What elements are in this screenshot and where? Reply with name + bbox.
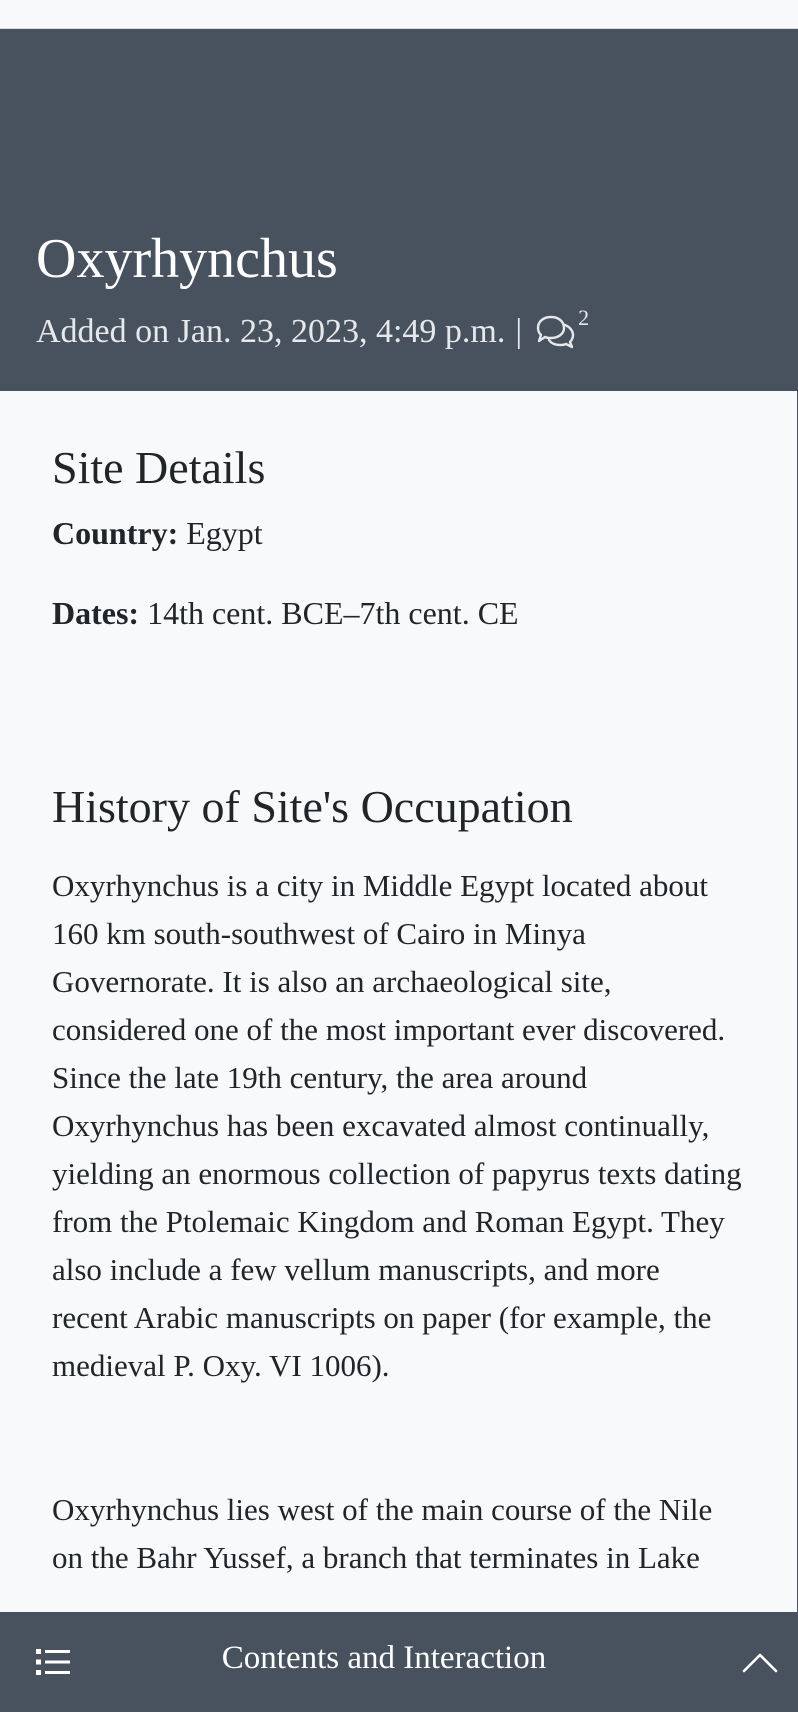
history-section: History of Site's Occupation Oxyrhynchus…: [52, 779, 742, 1582]
dates-row: Dates: 14th cent. BCE–7th cent. CE: [52, 593, 742, 633]
comment-count: 2: [578, 305, 590, 330]
contents-interaction-bar[interactable]: Contents and Interaction: [0, 1612, 798, 1712]
dates-value: 14th cent. BCE–7th cent. CE: [147, 595, 519, 632]
comments-icon: [536, 315, 575, 349]
top-strip: [0, 0, 798, 29]
country-value: Egypt: [186, 515, 263, 552]
site-meta: Added on Jan. 23, 2023, 4:49 p.m. | 2: [36, 305, 589, 351]
added-date: Added on Jan. 23, 2023, 4:49 p.m.: [36, 313, 506, 350]
contents-interaction-label[interactable]: Contents and Interaction: [0, 1640, 798, 1677]
comments-link[interactable]: 2: [534, 305, 589, 350]
site-header: Oxyrhynchus Added on Jan. 23, 2023, 4:49…: [0, 29, 797, 391]
history-paragraph-2: Oxyrhynchus lies west of the main course…: [52, 1492, 713, 1576]
country-label: Country:: [52, 515, 179, 552]
country-row: Country: Egypt: [52, 513, 742, 553]
site-details-section: Site Details Country: Egypt Dates: 14th …: [52, 440, 742, 633]
page-title: Oxyrhynchus: [36, 228, 338, 290]
dates-label: Dates:: [52, 595, 140, 632]
main-content: Site Details Country: Egypt Dates: 14th …: [52, 440, 742, 1582]
meta-separator: |: [515, 313, 523, 350]
history-paragraph-1: Oxyrhynchus is a city in Middle Egypt lo…: [52, 868, 742, 1384]
chevron-up-icon[interactable]: [742, 1648, 778, 1674]
history-heading: History of Site's Occupation: [52, 781, 573, 833]
site-details-heading: Site Details: [52, 442, 266, 493]
